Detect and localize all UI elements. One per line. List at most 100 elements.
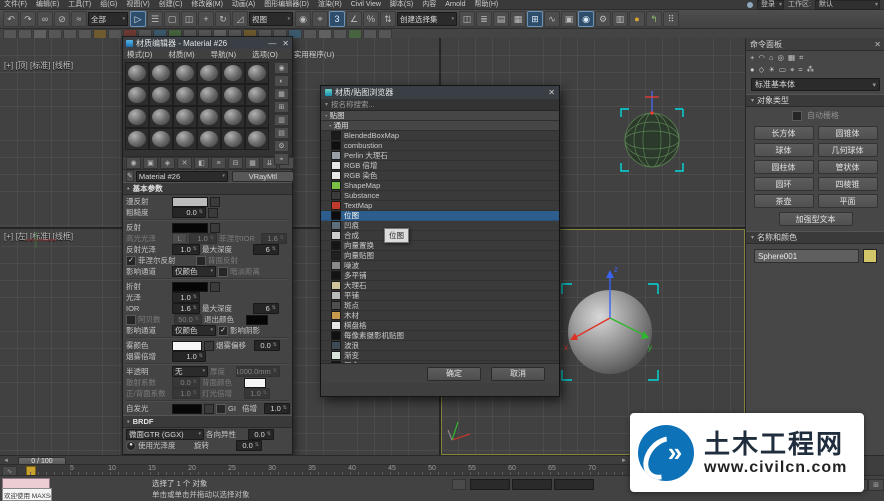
geometry-category-icon[interactable]: ● xyxy=(750,65,755,74)
sample-slot[interactable] xyxy=(221,128,245,150)
select-object-icon[interactable]: ▷ xyxy=(130,11,146,27)
material-name-dropdown[interactable]: Material #26 xyxy=(136,171,228,182)
login-dropdown[interactable]: 登录 xyxy=(757,0,784,10)
roughness-field[interactable]: 0.0 xyxy=(172,207,206,218)
fog-map-button[interactable] xyxy=(204,341,214,351)
sample-slot[interactable] xyxy=(221,106,245,128)
render-setup-icon[interactable]: ⚙ xyxy=(595,11,611,27)
command-panel-close-icon[interactable]: ✕ xyxy=(874,40,881,49)
minimize-icon[interactable]: — xyxy=(268,39,276,48)
primitive-button[interactable]: 四棱锥 xyxy=(818,177,878,191)
select-and-manipulate-icon[interactable]: ⌖ xyxy=(312,11,328,27)
self-illumination-map-button[interactable] xyxy=(204,404,214,414)
put-to-library-icon[interactable]: ≡ xyxy=(211,157,226,169)
fresnel-ior-field[interactable]: 1.6 xyxy=(261,233,287,244)
fwd-back-coeff-field[interactable]: 1.0 xyxy=(172,388,200,399)
diffuse-swatch[interactable] xyxy=(172,197,208,207)
options-icon[interactable]: ⚙ xyxy=(274,140,289,152)
search-by-name-field[interactable]: 按名称搜索... xyxy=(321,99,559,111)
menu-item[interactable]: 图形编辑器(D) xyxy=(264,0,309,9)
material-editor-menu-item[interactable]: 材质(M) xyxy=(168,49,194,60)
map-item[interactable]: ShapeMap xyxy=(321,181,559,191)
cameras-category-icon[interactable]: ▭ xyxy=(779,65,786,74)
gi-checkbox[interactable] xyxy=(216,404,226,414)
ribbon-tool-icon-21[interactable] xyxy=(303,29,317,39)
sample-slot[interactable] xyxy=(197,62,221,84)
menu-item[interactable]: 帮助(H) xyxy=(475,0,499,9)
sample-slot[interactable] xyxy=(197,128,221,150)
select-by-material-icon[interactable]: ⌖ xyxy=(274,153,289,165)
scatter-coeff-field[interactable]: 0.0 xyxy=(172,377,200,388)
ribbon-tool-icon-3[interactable] xyxy=(33,29,47,39)
anisotropy-field[interactable]: 0.0 xyxy=(248,429,274,440)
lights-category-icon[interactable]: ☀ xyxy=(768,65,775,74)
ribbon-tool-icon-6[interactable] xyxy=(78,29,92,39)
ok-button[interactable]: 确定 xyxy=(427,367,481,381)
sample-slot[interactable] xyxy=(197,84,221,106)
sample-slot[interactable] xyxy=(149,84,173,106)
ribbon-tool-icon-24[interactable] xyxy=(348,29,362,39)
undo-icon[interactable]: ↶ xyxy=(3,11,19,27)
exit-color-swatch[interactable] xyxy=(246,315,268,325)
sample-slot[interactable] xyxy=(245,62,269,84)
ior-field[interactable]: 1.6 xyxy=(172,303,200,314)
menu-item[interactable]: 修改器(M) xyxy=(191,0,223,9)
brdf-rollout[interactable]: BRDF xyxy=(123,415,292,428)
translucency-dropdown[interactable]: 无 xyxy=(172,366,208,377)
assign-material-to-selection-icon[interactable]: ◈ xyxy=(160,157,175,169)
dim-distance-checkbox[interactable] xyxy=(218,267,228,277)
align-icon[interactable]: ≣ xyxy=(476,11,492,27)
sample-slot[interactable] xyxy=(221,84,245,106)
refract-map-button[interactable] xyxy=(210,282,220,292)
sample-slot[interactable] xyxy=(245,128,269,150)
pick-material-icon[interactable]: ✎ xyxy=(126,170,134,182)
primitive-category-dropdown[interactable]: 标准基本体 xyxy=(751,78,880,91)
reflect-max-depth-field[interactable]: 6 xyxy=(253,244,279,255)
ribbon-tool-icon-2[interactable] xyxy=(18,29,32,39)
wireframe-sphere[interactable] xyxy=(612,88,694,184)
command-panel-header[interactable]: 命令面板 ✕ xyxy=(746,38,884,51)
display-tab-icon[interactable]: ▦ xyxy=(788,53,795,62)
render-iterative-icon[interactable]: ↰ xyxy=(646,11,662,27)
material-type-button[interactable]: VRayMtl xyxy=(232,171,294,182)
general-group-header[interactable]: - 通用 xyxy=(321,121,559,131)
material-editor-menu-item[interactable]: 模式(D) xyxy=(127,49,152,60)
primitive-button[interactable]: 几何球体 xyxy=(818,143,878,157)
sample-uv-tiling-icon[interactable]: ⊞ xyxy=(274,101,289,113)
coordinate-x-field[interactable] xyxy=(470,479,510,490)
schematic-view-icon[interactable]: ▣ xyxy=(561,11,577,27)
material-editor-menu-item[interactable]: 导航(N) xyxy=(211,49,236,60)
fog-multiplier-field[interactable]: 1.0 xyxy=(172,351,206,362)
primitive-button[interactable]: 长方体 xyxy=(754,126,814,140)
hierarchy-tab-icon[interactable]: ⌂ xyxy=(769,53,774,62)
object-color-swatch[interactable] xyxy=(863,249,877,263)
make-material-copy-icon[interactable]: ◧ xyxy=(194,157,209,169)
refract-swatch[interactable] xyxy=(172,282,208,292)
workspace-dropdown[interactable]: 默认 xyxy=(815,0,880,10)
selection-filter-dropdown[interactable]: 全部 xyxy=(88,12,128,26)
modify-tab-icon[interactable]: ◠ xyxy=(758,53,765,62)
browser-close-icon[interactable]: ✕ xyxy=(548,88,555,97)
material-editor-menu-item[interactable]: 实用程序(U) xyxy=(294,49,334,60)
brdf-type-dropdown[interactable]: 微面GTR (GGX) xyxy=(126,429,204,440)
self-illum-multiplier-field[interactable]: 1.0 xyxy=(264,403,290,414)
light-multiplier-field[interactable]: 1.0 xyxy=(244,388,270,399)
menu-item[interactable]: 渲染(R) xyxy=(318,0,342,9)
motion-tab-icon[interactable]: ◎ xyxy=(777,53,784,62)
menu-item[interactable]: 脚本(S) xyxy=(390,0,413,9)
menu-item[interactable]: 内容 xyxy=(422,0,436,9)
sample-slot[interactable] xyxy=(125,84,149,106)
reflect-affect-channels-dropdown[interactable]: 仅颜色 xyxy=(172,266,216,277)
map-item[interactable]: RGB 染色 xyxy=(321,171,559,181)
maps-group-header[interactable]: - 贴图 xyxy=(321,111,559,121)
diffuse-map-button[interactable] xyxy=(210,197,220,207)
thickness-field[interactable]: 1000.0mm xyxy=(236,366,280,377)
utilities-tab-icon[interactable]: ⌗ xyxy=(799,53,803,62)
object-name-field[interactable]: Sphere001 xyxy=(754,249,859,263)
window-crossing-toggle-icon[interactable]: ◫ xyxy=(181,11,197,27)
cancel-button[interactable]: 取消 xyxy=(491,367,545,381)
curve-editor-icon[interactable]: ∿ xyxy=(544,11,560,27)
spacewarps-category-icon[interactable]: ≈ xyxy=(798,65,802,74)
material-editor-titlebar[interactable]: 材质编辑器 - Material #26 — ✕ xyxy=(123,37,292,49)
close-icon[interactable]: ✕ xyxy=(282,39,289,48)
